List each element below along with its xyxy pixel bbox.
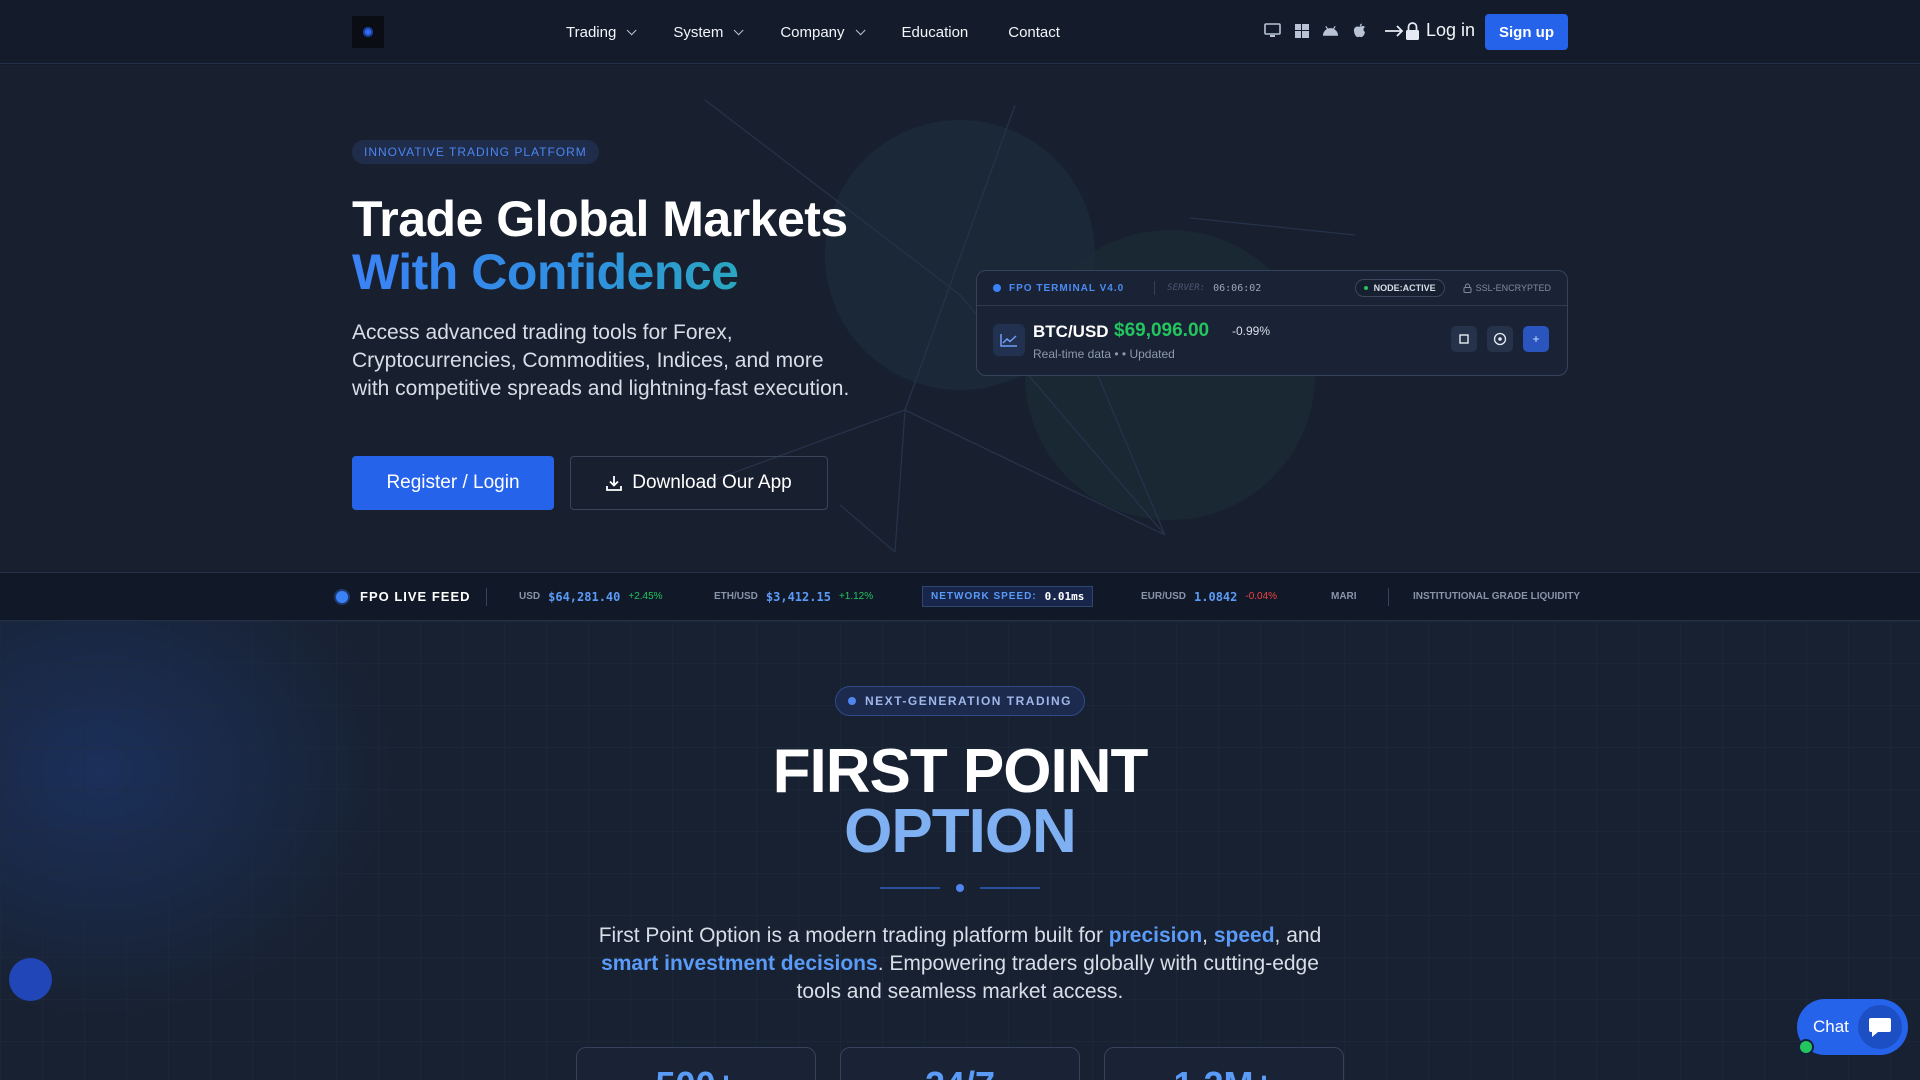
login-link[interactable]: Log in bbox=[1384, 20, 1475, 41]
chevron-down-icon bbox=[855, 24, 866, 35]
live-ticker: FPO LIVE FEED USD $64,281.40 +2.45% ETH/US… bbox=[0, 572, 1920, 621]
download-app-button[interactable]: Download Our App bbox=[570, 456, 828, 510]
target-button[interactable] bbox=[1487, 326, 1513, 352]
add-button[interactable]: + bbox=[1523, 326, 1549, 352]
hero-badge: INNOVATIVE TRADING PLATFORM bbox=[352, 140, 599, 164]
terminal-header: FPO TERMINAL V4.0 SERVER: 06:06:02 NODE:… bbox=[977, 271, 1567, 306]
hero-description: Access advanced trading tools for Forex,… bbox=[352, 321, 850, 400]
download-icon bbox=[606, 476, 623, 491]
square-icon bbox=[1459, 334, 1469, 344]
target-icon bbox=[1493, 332, 1507, 346]
chevron-down-icon bbox=[626, 24, 637, 35]
nav-contact[interactable]: Contact bbox=[1008, 24, 1060, 41]
logo-icon bbox=[363, 27, 373, 37]
price-change: -0.99% bbox=[1232, 324, 1271, 338]
ticker-mari: MARI bbox=[1331, 591, 1357, 602]
liquidity-label: INSTITUTIONAL GRADE LIQUIDITY bbox=[1413, 591, 1581, 602]
ticker-item: ETH/USD $3,412.15 +1.12% bbox=[714, 589, 874, 604]
section-description: First Point Option is a modern trading p… bbox=[598, 924, 1322, 1003]
section-badge: NEXT-GENERATION TRADING bbox=[835, 686, 1085, 716]
server-time: 06:06:02 bbox=[1213, 282, 1262, 294]
platform-icons bbox=[1264, 22, 1368, 39]
chat-widget-button[interactable]: Chat bbox=[1797, 999, 1908, 1055]
terminal-body: BTC/USD $69,096.00 -0.99% Real-time data… bbox=[977, 306, 1567, 375]
section-divider bbox=[880, 884, 1040, 892]
nav-system[interactable]: System bbox=[673, 24, 744, 41]
nav-trading[interactable]: Trading bbox=[566, 24, 637, 41]
live-feed-label: FPO LIVE FEED bbox=[336, 573, 471, 620]
desktop-icon[interactable] bbox=[1264, 22, 1281, 39]
status-dot bbox=[993, 284, 1001, 292]
terminal-card: FPO TERMINAL V4.0 SERVER: 06:06:02 NODE:… bbox=[976, 270, 1568, 376]
hero-background-network bbox=[699, 99, 1356, 553]
lock-icon bbox=[1463, 283, 1472, 293]
chevron-down-icon bbox=[733, 24, 744, 35]
stop-button[interactable] bbox=[1451, 326, 1477, 352]
online-status-dot bbox=[1798, 1039, 1814, 1055]
terminal-title: FPO TERMINAL V4.0 bbox=[1009, 282, 1125, 294]
node-status-badge: NODE:ACTIVE bbox=[1354, 279, 1445, 297]
section-title-highlight: OPTION bbox=[844, 797, 1077, 866]
network-speed: NETWORK SPEED: 0.01ms bbox=[922, 573, 1094, 620]
ticker-item: USD $64,281.40 +2.45% bbox=[519, 589, 663, 604]
nav-company[interactable]: Company bbox=[780, 24, 866, 41]
hero-title: Trade Global Markets bbox=[352, 191, 848, 247]
signup-button[interactable]: Sign up bbox=[1485, 14, 1568, 50]
windows-icon[interactable] bbox=[1293, 22, 1310, 39]
stat-card: 500+ bbox=[576, 1047, 816, 1080]
hero-title-highlight: With Confidence bbox=[352, 244, 739, 300]
plus-icon: + bbox=[1532, 332, 1540, 346]
register-login-button[interactable]: Register / Login bbox=[352, 456, 554, 510]
price-value: $69,096.00 bbox=[1114, 320, 1210, 341]
brand-logo[interactable] bbox=[352, 16, 384, 48]
about-section: NEXT-GENERATION TRADING FIRST POINT OPTI… bbox=[0, 621, 1920, 1080]
top-navbar: Trading System Company Education Contact… bbox=[0, 0, 1920, 64]
nav-education[interactable]: Education bbox=[902, 24, 969, 41]
login-icon bbox=[1385, 21, 1419, 40]
android-icon[interactable] bbox=[1322, 22, 1339, 39]
ssl-status: SSL-ENCRYPTED bbox=[1463, 283, 1551, 293]
realtime-status: Real-time data • • Updated bbox=[1033, 347, 1175, 361]
hero-section: INNOVATIVE TRADING PLATFORM Trade Global… bbox=[0, 65, 1920, 572]
chart-line-icon bbox=[993, 324, 1025, 356]
stat-card: 24/7 bbox=[840, 1047, 1080, 1080]
stat-card: 1.2M+ bbox=[1104, 1047, 1344, 1080]
server-label: SERVER: bbox=[1167, 283, 1206, 293]
nav-links: Trading System Company Education Contact bbox=[566, 0, 1100, 64]
chat-bubble-icon bbox=[1858, 1005, 1902, 1049]
live-dot bbox=[336, 590, 348, 603]
pair-label: BTC/USD bbox=[1033, 322, 1109, 341]
apple-icon[interactable] bbox=[1351, 22, 1368, 39]
floating-action-button[interactable] bbox=[9, 958, 52, 1001]
ticker-item: EUR/USD 1.0842 -0.04% bbox=[1141, 589, 1278, 604]
